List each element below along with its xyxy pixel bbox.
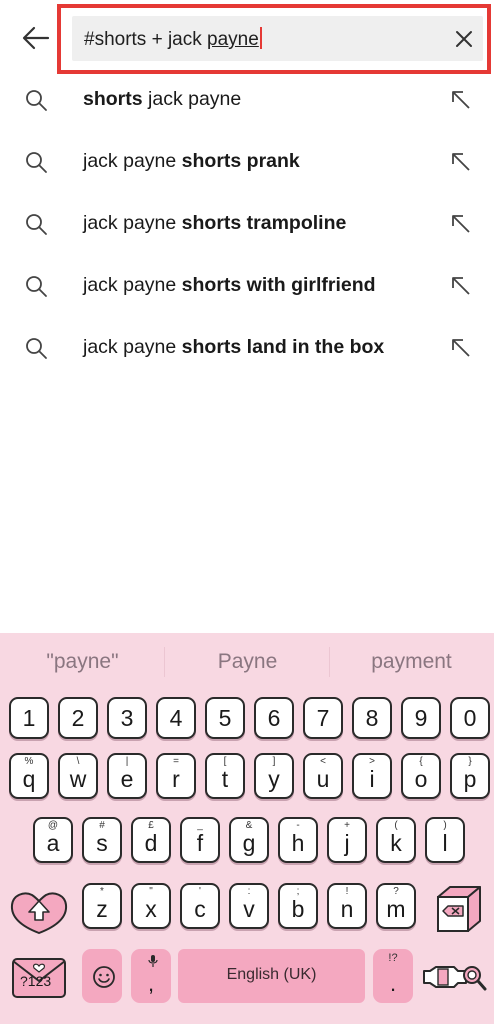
key-o[interactable]: {o	[401, 753, 441, 799]
fill-query-arrow-icon[interactable]	[449, 212, 471, 234]
emoji-key[interactable]	[82, 949, 122, 1003]
shift-icon[interactable]	[8, 887, 70, 937]
key-e[interactable]: | e	[107, 753, 147, 799]
key-p[interactable]: } p	[450, 753, 490, 799]
key-q[interactable]: % q	[9, 753, 49, 799]
key-r[interactable]: = r	[156, 753, 196, 799]
key-t[interactable]: [t	[205, 753, 245, 799]
search-icon	[26, 338, 47, 359]
search-enter-icon[interactable]	[420, 959, 488, 993]
period-label: .	[389, 971, 397, 996]
key-d[interactable]: £ d	[131, 817, 171, 863]
suggestion-text: jack payne shorts land in the box	[83, 336, 385, 358]
key-1[interactable]: 1	[9, 697, 49, 739]
suggestion-item[interactable]: jack payne shorts with girlfriend	[0, 254, 494, 316]
key-j[interactable]: + j	[327, 817, 367, 863]
key-g[interactable]: & g	[229, 817, 269, 863]
space-key-label: English (UK)	[226, 966, 317, 983]
smiley-icon	[93, 966, 115, 988]
key-z[interactable]: * z	[82, 883, 122, 929]
key-f[interactable]: _ f	[180, 817, 220, 863]
key-3[interactable]: 3	[107, 697, 147, 739]
key-5[interactable]: 5	[205, 697, 245, 739]
key-x[interactable]: " x	[131, 883, 171, 929]
key-b[interactable]: ; b	[278, 883, 318, 929]
key-6[interactable]: 6	[254, 697, 294, 739]
key-7[interactable]: 7	[303, 697, 343, 739]
candidate-word[interactable]: payment	[329, 650, 494, 674]
comma-key[interactable]: ,	[131, 949, 171, 1003]
fill-query-arrow-icon[interactable]	[449, 274, 471, 296]
key-2[interactable]: 2	[58, 697, 98, 739]
comma-label: ,	[147, 971, 155, 996]
suggestion-item[interactable]: shorts jack payne	[0, 68, 494, 130]
suggestion-text: jack payne shorts prank	[83, 150, 300, 172]
key-v[interactable]: :v	[229, 883, 269, 929]
key-s[interactable]: # s	[82, 817, 122, 863]
key-9[interactable]: 9	[401, 697, 441, 739]
key-w[interactable]: \ w	[58, 753, 98, 799]
fill-query-arrow-icon[interactable]	[449, 88, 471, 110]
fill-query-arrow-icon[interactable]	[449, 336, 471, 358]
search-bar: #shorts + jack payne	[0, 0, 494, 76]
key-l[interactable]: ) l	[425, 817, 465, 863]
space-key[interactable]: English (UK)	[178, 949, 365, 1003]
symbols-key-label: ?123	[20, 973, 52, 989]
key-a[interactable]: @ a	[33, 817, 73, 863]
key-k[interactable]: (k	[376, 817, 416, 863]
symbols-key[interactable]: ?123	[10, 949, 68, 1003]
keyboard: "payne" Payne payment 1 2 3 4 5 6 7 8 9 …	[0, 633, 494, 1024]
candidate-word[interactable]: Payne	[165, 650, 330, 674]
backspace-icon[interactable]	[430, 883, 488, 935]
key-h[interactable]: -h	[278, 817, 318, 863]
fill-query-arrow-icon[interactable]	[449, 150, 471, 172]
back-arrow-icon[interactable]	[20, 22, 52, 54]
period-key[interactable]: !? .	[373, 949, 413, 1003]
suggestion-text: jack payne shorts with girlfriend	[83, 274, 376, 296]
highlight-box	[57, 4, 491, 74]
suggestion-text: jack payne shorts trampoline	[83, 212, 347, 234]
microphone-icon	[148, 955, 158, 967]
suggestion-item[interactable]: jack payne shorts trampoline	[0, 192, 494, 254]
key-8[interactable]: 8	[352, 697, 392, 739]
key-n[interactable]: ! n	[327, 883, 367, 929]
period-key-alt: !?	[388, 952, 398, 964]
search-icon	[26, 90, 47, 111]
suggestion-text: shorts jack payne	[83, 88, 242, 110]
key-u[interactable]: < u	[303, 753, 343, 799]
key-0[interactable]: 0	[450, 697, 490, 739]
key-m[interactable]: ? m	[376, 883, 416, 929]
search-icon	[26, 214, 47, 235]
search-icon	[26, 152, 47, 173]
candidate-word[interactable]: "payne"	[0, 650, 165, 674]
key-i[interactable]: > i	[352, 753, 392, 799]
suggestion-item[interactable]: jack payne shorts prank	[0, 130, 494, 192]
key-y[interactable]: ] y	[254, 753, 294, 799]
key-c[interactable]: ' c	[180, 883, 220, 929]
search-icon	[26, 276, 47, 297]
key-4[interactable]: 4	[156, 697, 196, 739]
suggestion-item[interactable]: jack payne shorts land in the box	[0, 316, 494, 378]
